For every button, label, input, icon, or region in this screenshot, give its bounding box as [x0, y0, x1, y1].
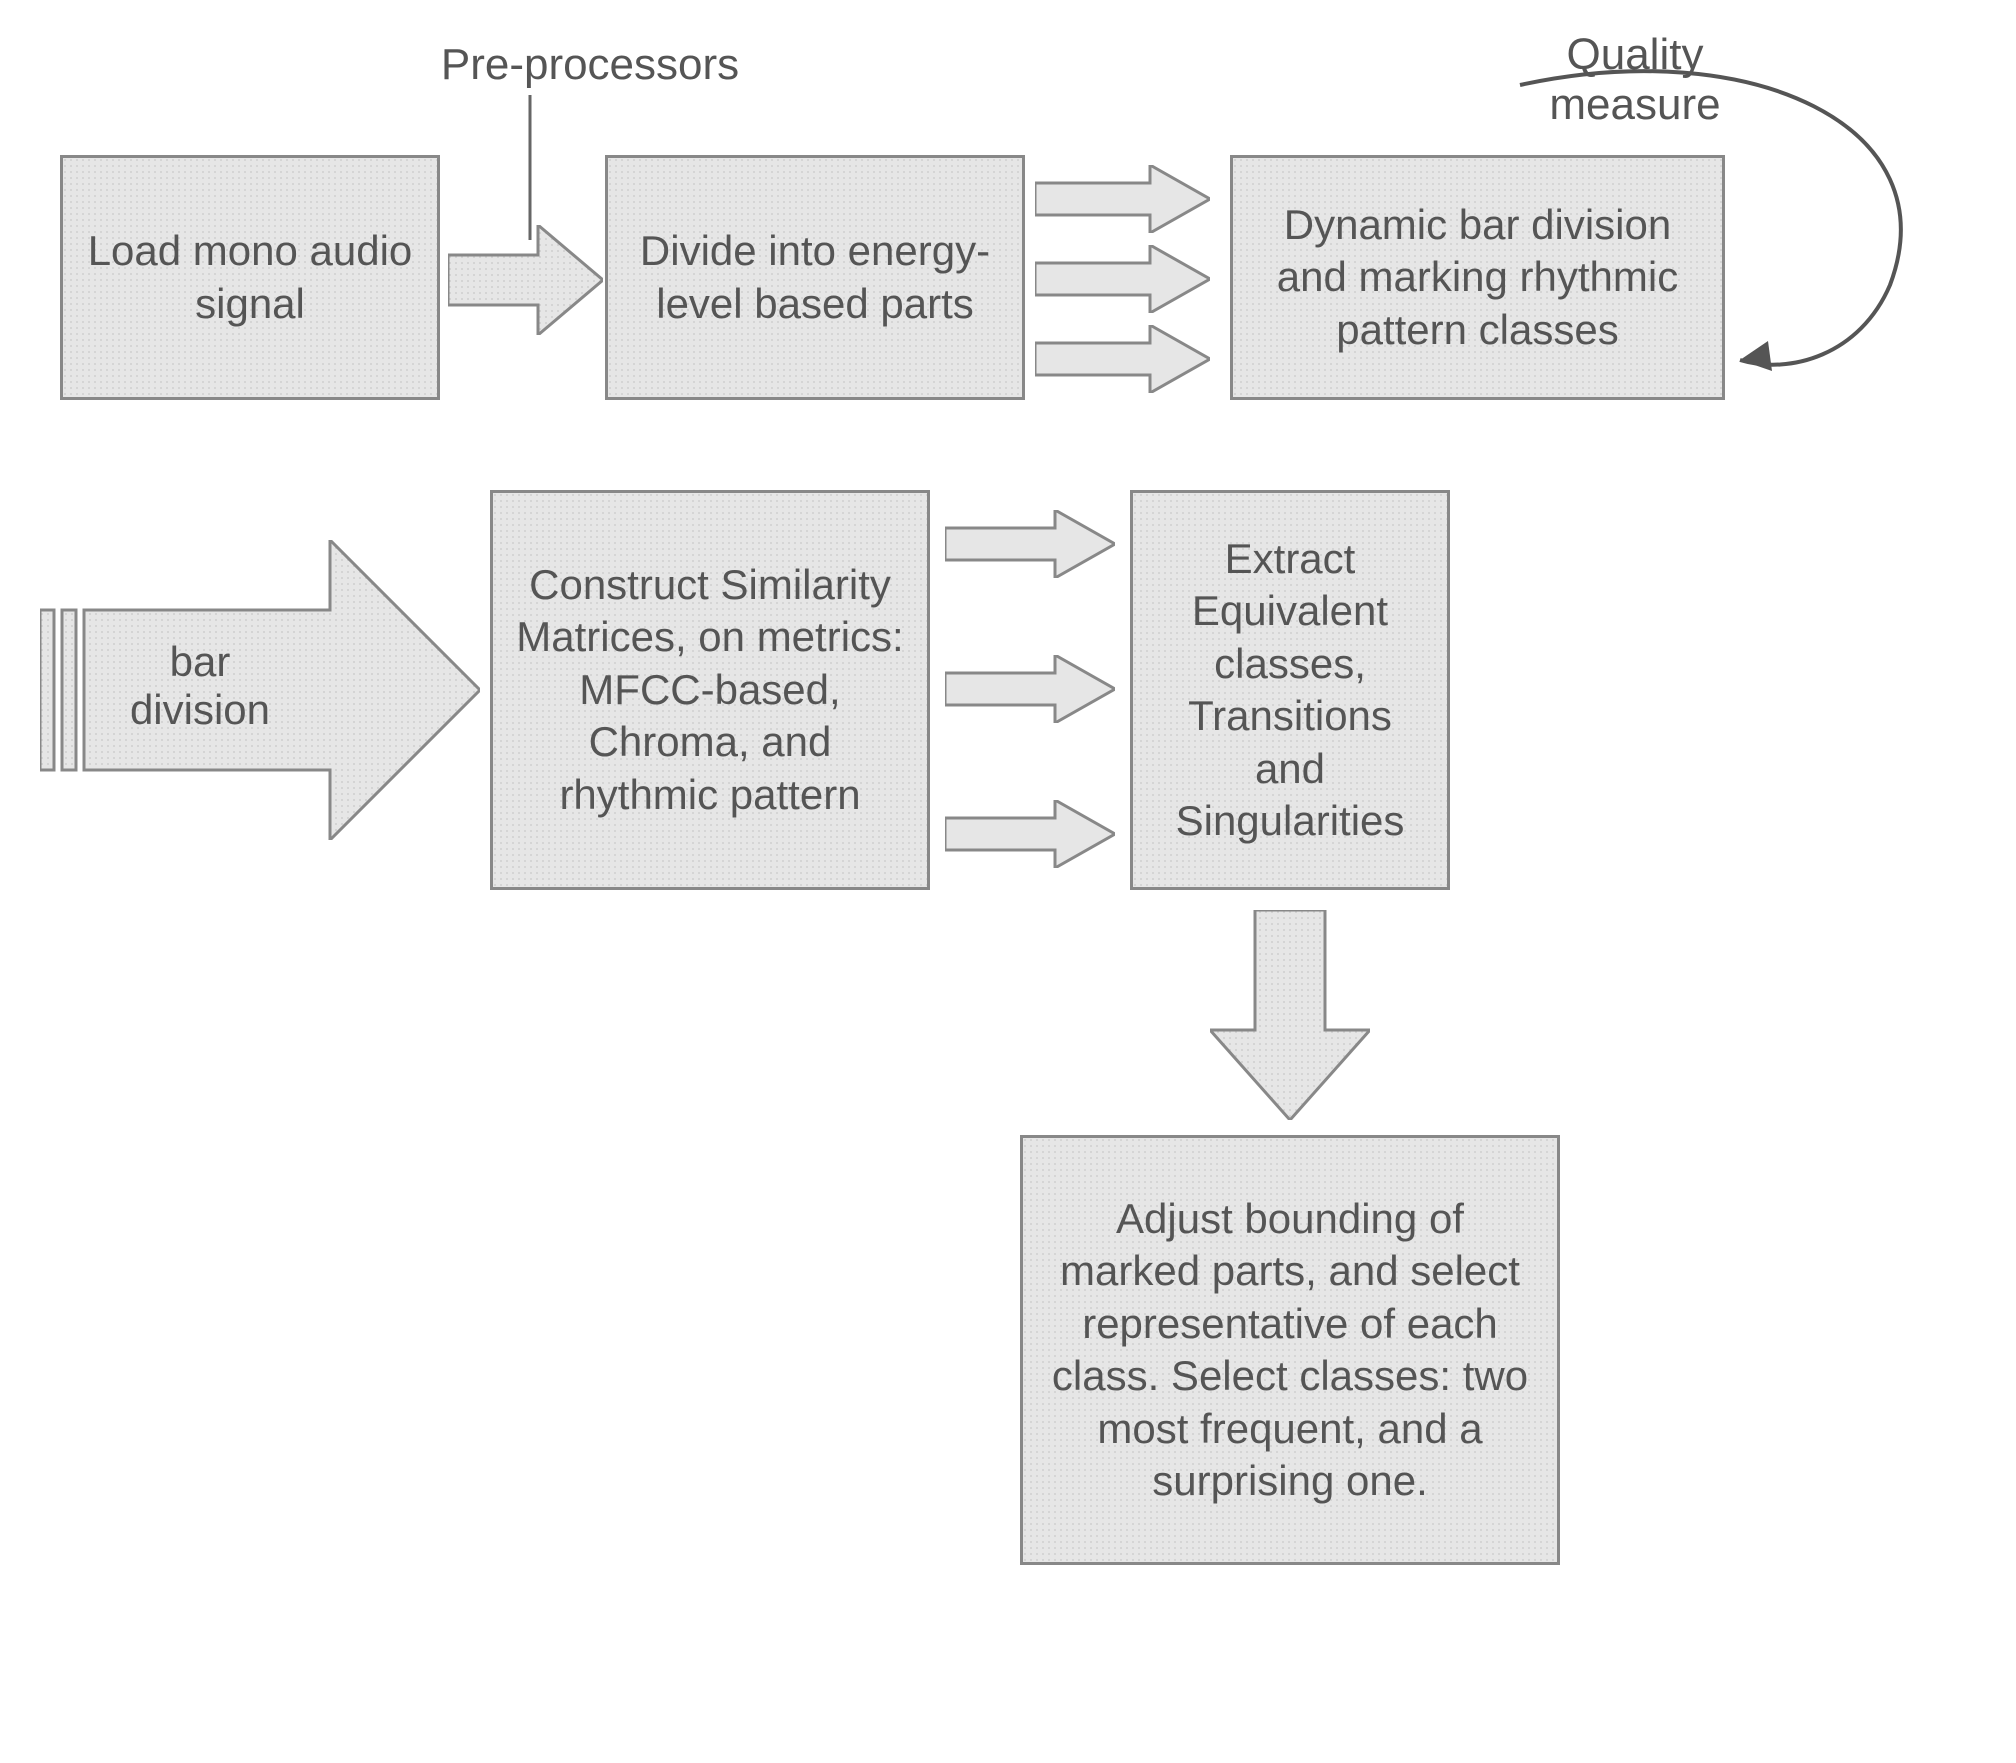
box-load-mono-audio: Load mono audio signal	[60, 155, 440, 400]
arrow-divide-to-dynamic-3	[1035, 325, 1210, 398]
box-construct-similarity: Construct Similarity Matrices, on metric…	[490, 490, 930, 890]
arrow-quality-measure	[1490, 65, 1980, 390]
arrow-construct-to-extract-1	[945, 510, 1115, 583]
box-extract-classes: Extract Equivalent classes, Transitions …	[1130, 490, 1450, 890]
arrow-divide-to-dynamic-1	[1035, 165, 1210, 238]
box-adjust-bounding: Adjust bounding of marked parts, and sel…	[1020, 1135, 1560, 1565]
arrow-divide-to-dynamic-2	[1035, 245, 1210, 318]
arrow-extract-to-adjust	[1210, 910, 1370, 1125]
leader-preprocessors	[525, 95, 535, 245]
arrow-construct-to-extract-3	[945, 800, 1115, 873]
label-pre-processors: Pre-processors	[420, 40, 760, 90]
arrow-construct-to-extract-2	[945, 655, 1115, 728]
flowchart-canvas: Pre-processors Quality measure Load mono…	[0, 0, 2016, 1763]
box-divide-energy: Divide into energy-level based parts	[605, 155, 1025, 400]
label-bar-division: bar division	[100, 638, 300, 734]
